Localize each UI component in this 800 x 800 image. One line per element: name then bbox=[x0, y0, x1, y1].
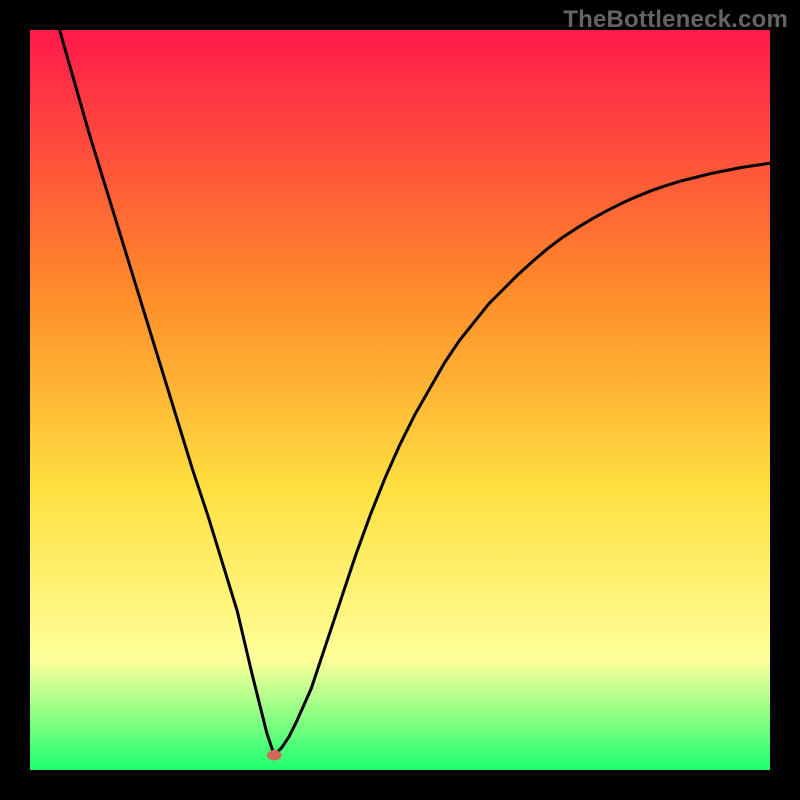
chart-frame: TheBottleneck.com bbox=[0, 0, 800, 800]
plot-background bbox=[30, 30, 770, 770]
bottleneck-chart bbox=[30, 30, 770, 770]
optimum-marker bbox=[267, 750, 281, 760]
